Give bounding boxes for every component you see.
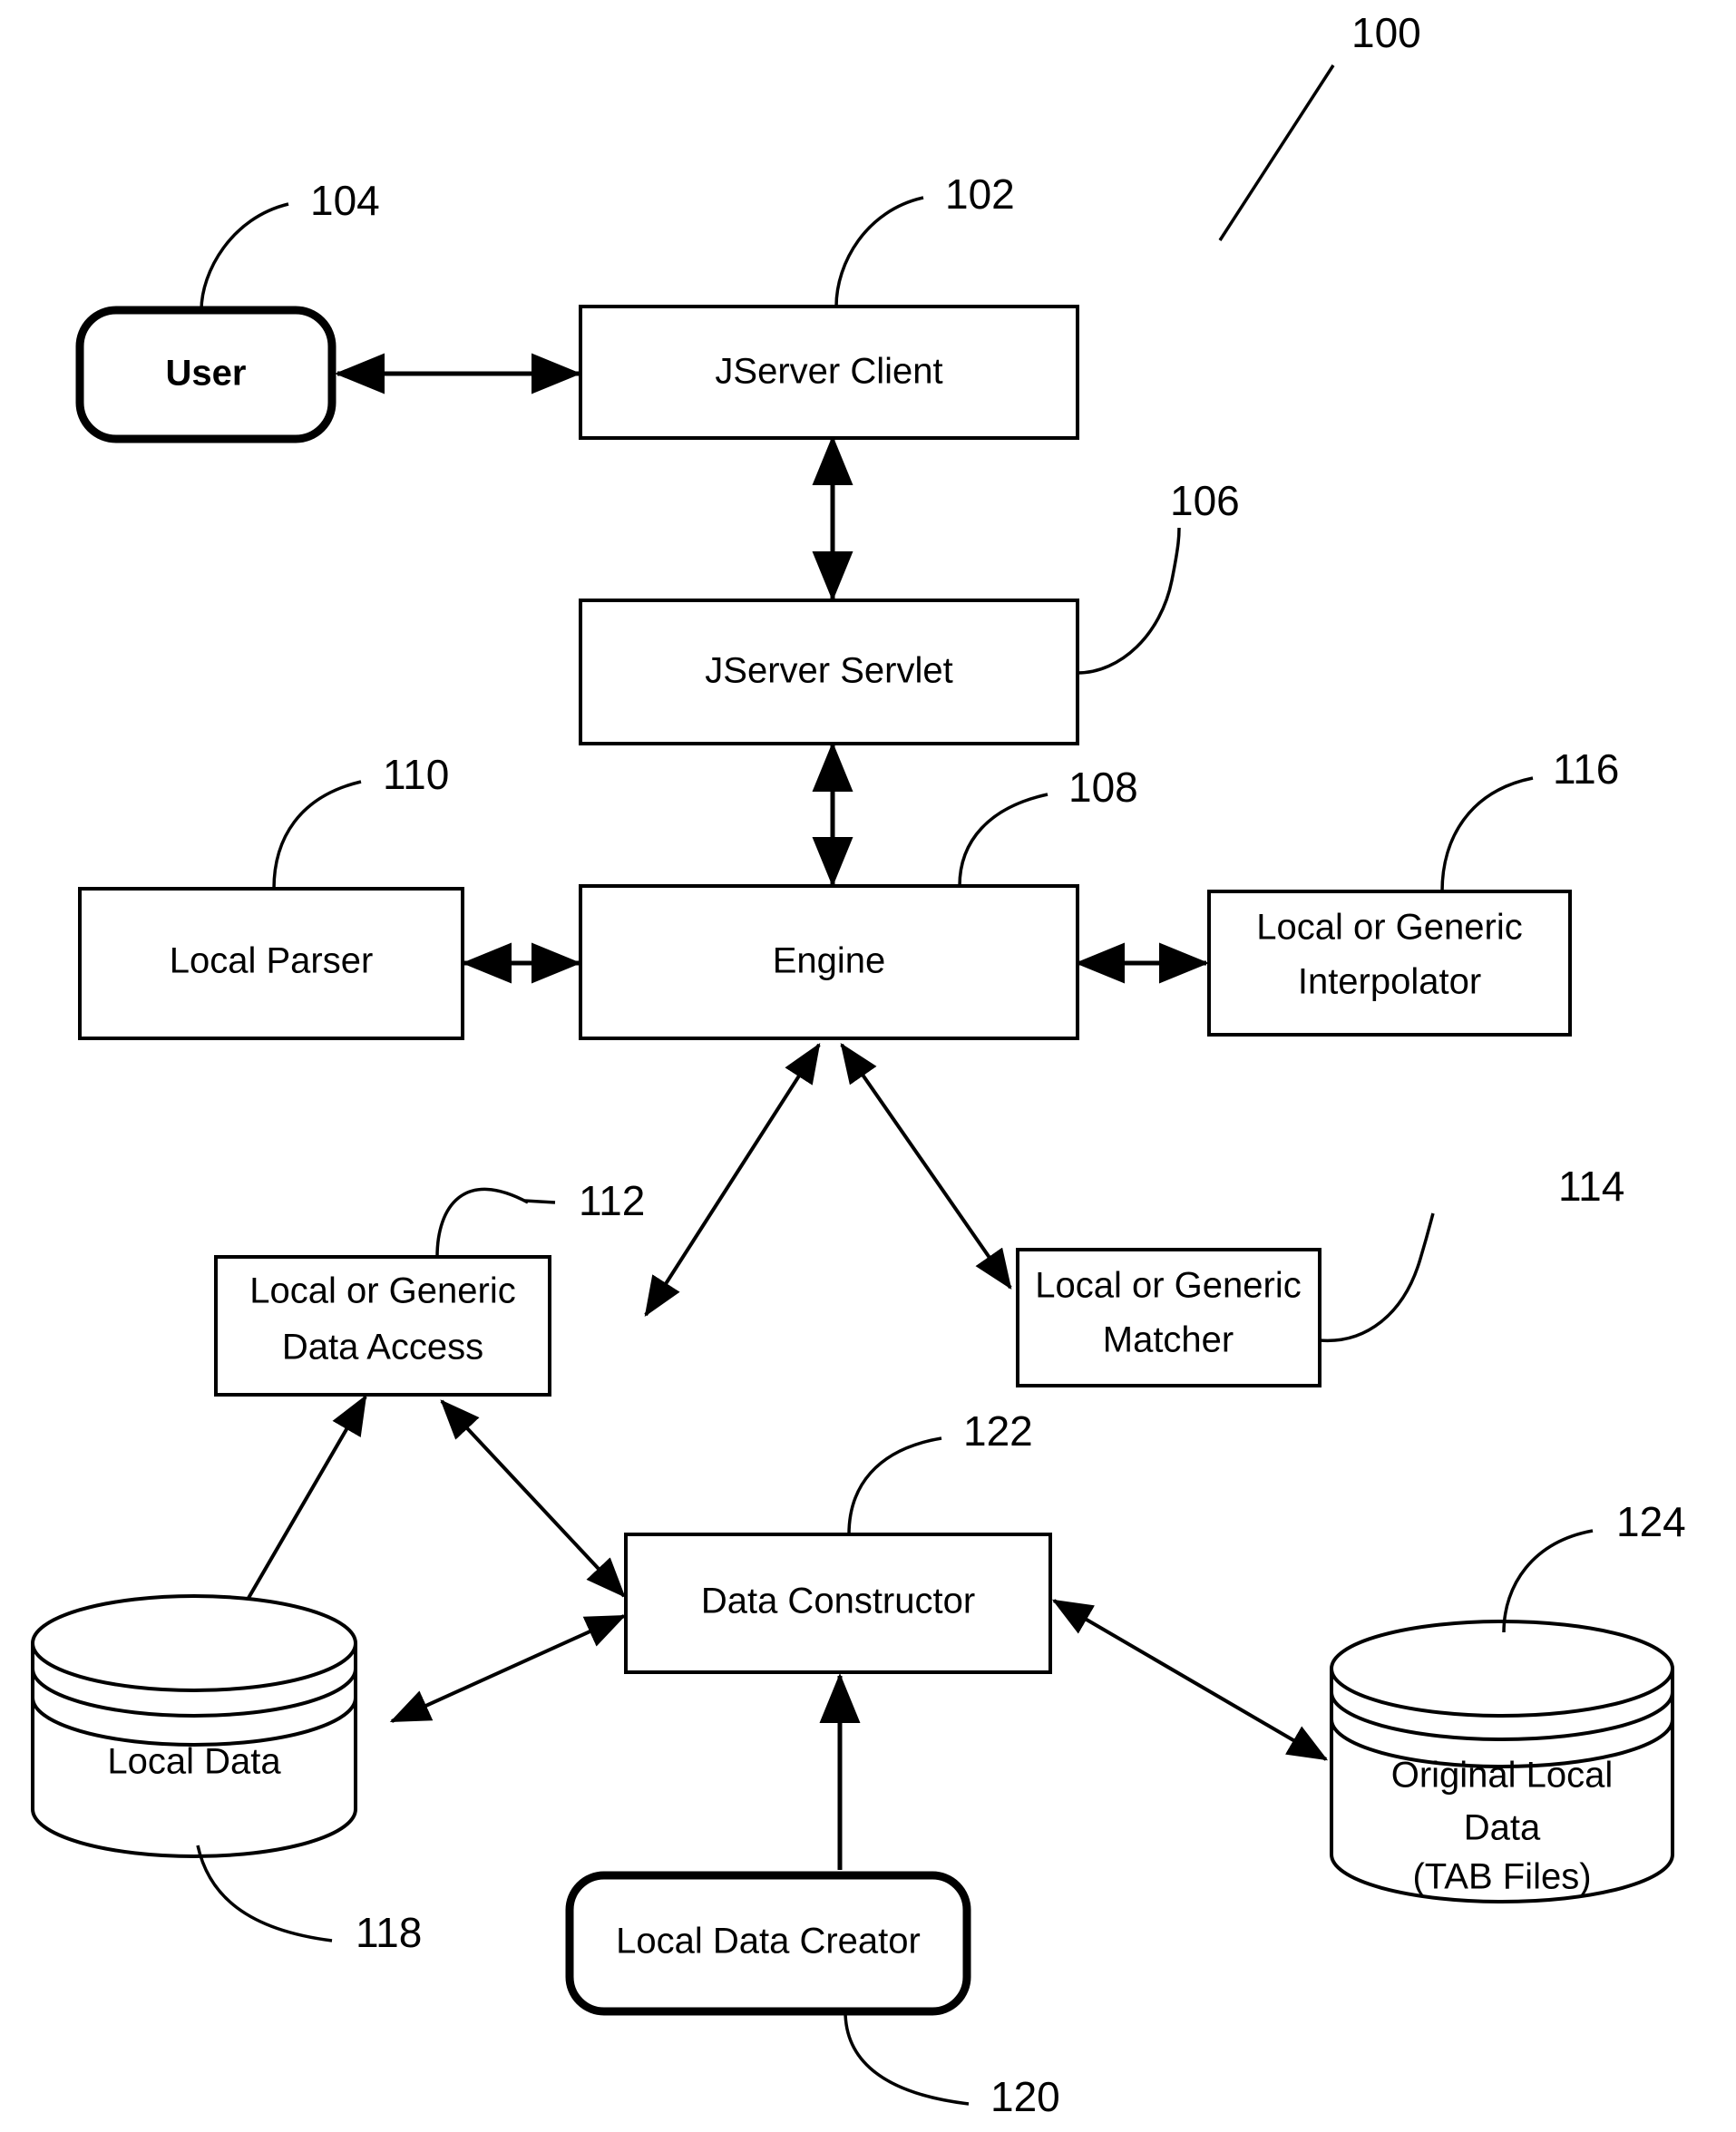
diagram-canvas: 100 User 104 JServer Client 102 JServer … (31, 9, 1686, 2120)
connection-engine-data-access (644, 1042, 821, 1318)
connection-data-constructor-data-access (440, 1399, 626, 1598)
ref-120-label: 120 (990, 2073, 1060, 2120)
node-jserver-client[interactable]: JServer Client 102 (579, 170, 1079, 440)
node-local-parser[interactable]: Local Parser 110 (78, 751, 464, 1040)
node-matcher-label-line1: Local or Generic (1035, 1266, 1301, 1306)
connection-data-constructor-local-data (389, 1614, 627, 1723)
node-engine-label: Engine (773, 941, 886, 981)
ref-116-label: 116 (1553, 745, 1619, 793)
node-jserver-client-label: JServer Client (715, 352, 942, 392)
figure-ref-100-label: 100 (1351, 9, 1421, 56)
node-engine[interactable]: Engine 108 (579, 764, 1138, 1040)
ref-116-leader (1440, 776, 1534, 892)
ref-104-leader (200, 202, 289, 311)
node-interpolator-label-line1: Local or Generic (1256, 908, 1522, 948)
ref-102-label: 102 (945, 170, 1015, 218)
node-matcher-label-line2: Matcher (1103, 1320, 1234, 1360)
ref-122-leader (847, 1436, 942, 1535)
node-jserver-servlet[interactable]: JServer Servlet 106 (579, 477, 1240, 745)
node-local-data-creator-label: Local Data Creator (616, 1922, 921, 1962)
ref-120-leader (844, 2010, 970, 2106)
node-interpolator-label-line2: Interpolator (1298, 962, 1481, 1002)
ref-108-leader (958, 793, 1048, 887)
ref-122-label: 122 (963, 1407, 1033, 1455)
ref-114-leader (1319, 1212, 1435, 1343)
ref-118-leader (196, 1845, 333, 1942)
connection-data-constructor-original-local-data (1051, 1599, 1329, 1761)
ref-108-label: 108 (1068, 764, 1138, 811)
node-matcher[interactable]: Local or Generic Matcher 114 (1016, 1163, 1624, 1387)
ref-112-label: 112 (579, 1177, 645, 1224)
ref-114-label: 114 (1558, 1163, 1624, 1210)
node-original-local-data-label-line1: Original Local (1391, 1756, 1614, 1796)
node-user-label: User (166, 354, 247, 394)
node-original-local-data-label-line2: Data (1464, 1808, 1541, 1848)
node-local-data-creator[interactable]: Local Data Creator 120 (565, 1871, 1060, 2120)
figure-ref-100-leader (1218, 64, 1335, 241)
ref-106-leader (1077, 527, 1181, 675)
node-data-access-label-line1: Local or Generic (249, 1271, 515, 1311)
node-interpolator[interactable]: Local or Generic Interpolator 116 (1207, 745, 1619, 1037)
ref-124-leader (1502, 1529, 1594, 1633)
patent-figure: 100 User 104 JServer Client 102 JServer … (0, 0, 1736, 2132)
ref-102-leader (834, 196, 924, 307)
ref-112-leader-tail (523, 1199, 556, 1204)
ref-104-label: 104 (310, 177, 380, 224)
figure-ref-100: 100 (1218, 9, 1421, 241)
node-data-constructor[interactable]: Data Constructor 122 (624, 1407, 1052, 1674)
node-local-data-label: Local Data (107, 1742, 281, 1782)
ref-110-label: 110 (383, 751, 449, 798)
node-data-access[interactable]: Local or Generic Data Access 112 (214, 1177, 645, 1397)
ref-118-label: 118 (356, 1909, 422, 1956)
node-local-data-shape[interactable] (31, 1594, 357, 1858)
node-original-local-data-label-line3: (TAB Files) (1412, 1857, 1591, 1897)
ref-106-label: 106 (1170, 477, 1240, 524)
connection-engine-matcher (840, 1043, 1012, 1290)
node-jserver-servlet-label: JServer Servlet (705, 651, 952, 691)
ref-124-label: 124 (1616, 1498, 1686, 1545)
node-data-constructor-label: Data Constructor (701, 1582, 975, 1621)
node-user[interactable]: User 104 (75, 177, 380, 443)
ref-112-leader (435, 1187, 529, 1258)
node-original-local-data[interactable]: Original Local Data (TAB Files) 124 (1330, 1498, 1686, 1903)
node-local-parser-label: Local Parser (170, 941, 374, 981)
node-data-access-label-line2: Data Access (282, 1328, 483, 1368)
node-local-data[interactable]: Local Data 118 (31, 1594, 422, 1956)
ref-110-leader (272, 780, 362, 890)
